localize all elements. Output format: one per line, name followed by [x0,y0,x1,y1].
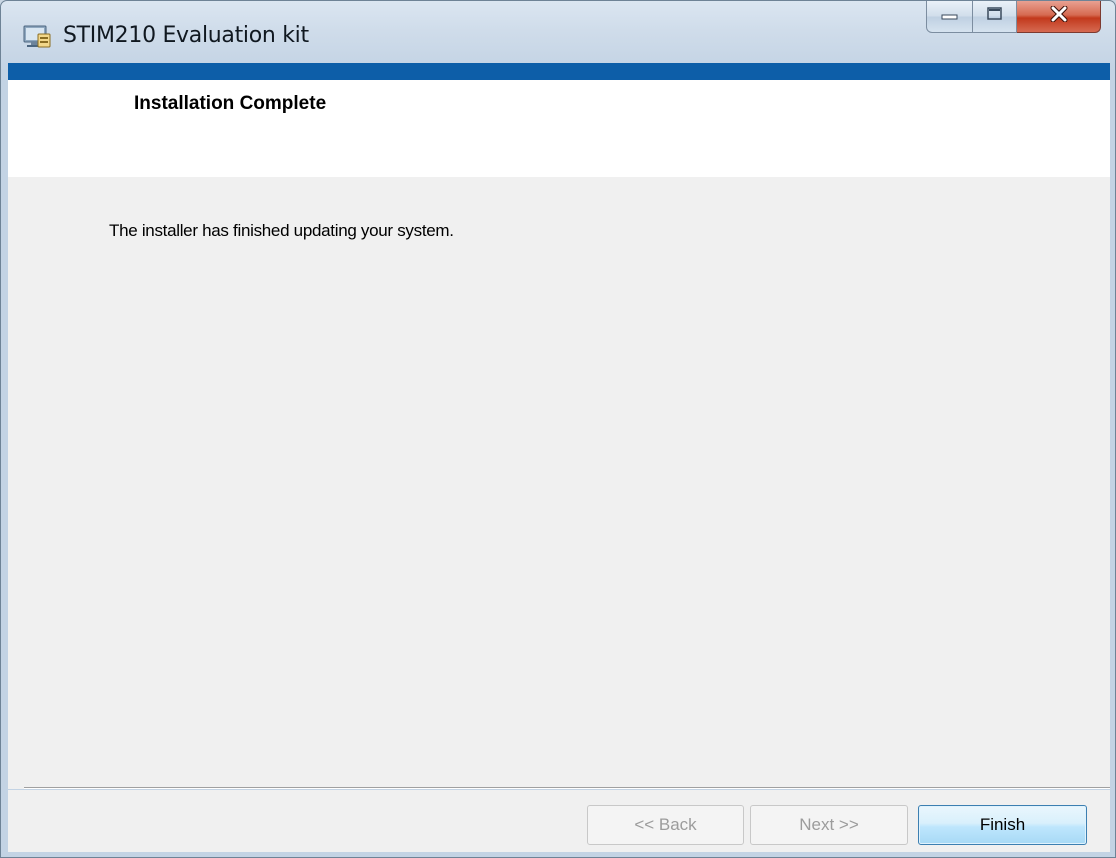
content-panel: The installer has finished updating your… [8,177,1110,789]
close-button[interactable] [1017,1,1101,33]
header-panel: Installation Complete [8,80,1110,177]
finish-button[interactable]: Finish [918,805,1087,845]
window-title: STIM210 Evaluation kit [63,23,309,48]
window-frame-bottom [8,852,1110,857]
maximize-button[interactable] [973,1,1017,33]
close-icon [1050,5,1068,27]
footer-divider [24,787,1110,789]
button-bar: << Back Next >> Finish [8,790,1110,852]
minimize-button[interactable] [926,1,973,33]
next-button[interactable]: Next >> [750,805,908,845]
completion-message: The installer has finished updating your… [109,221,454,240]
installer-window: STIM210 Evaluation kit Installation Comp… [0,0,1116,858]
page-title: Installation Complete [134,93,327,114]
minimize-icon [941,8,959,26]
title-bar[interactable]: STIM210 Evaluation kit [1,1,1115,63]
banner-strip [8,63,1110,80]
maximize-icon [986,6,1004,27]
back-button[interactable]: << Back [587,805,744,845]
caption-buttons [926,1,1101,33]
installer-icon [23,23,51,49]
